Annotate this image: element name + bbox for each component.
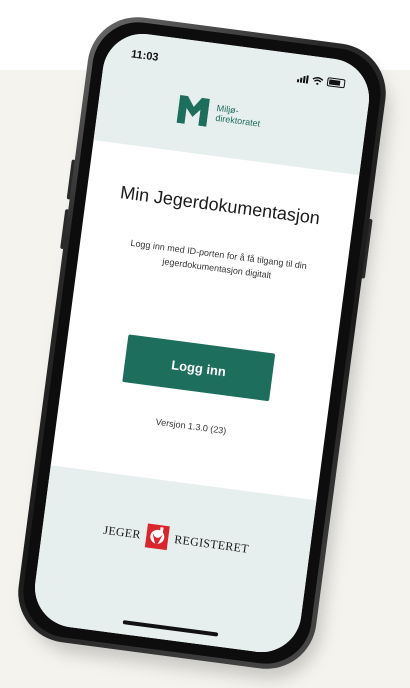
battery-icon [326, 77, 346, 89]
app-screen: 11:03 Miljø- direktoratet Min Jegerdokum… [30, 29, 374, 657]
status-bar: 11:03 [103, 45, 371, 100]
status-icons [296, 73, 346, 89]
miljodirektoratet-logo: Miljø- direktoratet [176, 93, 263, 134]
login-description: Logg inn med ID-porten for å få tilgang … [129, 237, 308, 281]
login-button[interactable]: Logg inn [122, 334, 276, 402]
jegerregisteret-logo: JEGER REGISTERET [42, 509, 311, 570]
signal-icon [296, 74, 309, 84]
wifi-icon [312, 76, 324, 85]
app-header: 11:03 Miljø- direktoratet [93, 29, 374, 176]
jegerregisteret-emblem-icon [145, 523, 171, 551]
page-title: Min Jegerdokumentasjon [119, 182, 322, 229]
status-time: 11:03 [130, 48, 160, 64]
jeger-logo-left-text: JEGER [102, 522, 142, 542]
version-label: Versjon 1.3.0 (23) [155, 416, 227, 436]
miljodirektoratet-mark-icon [176, 95, 210, 127]
jeger-logo-right-text: REGISTERET [173, 531, 250, 556]
